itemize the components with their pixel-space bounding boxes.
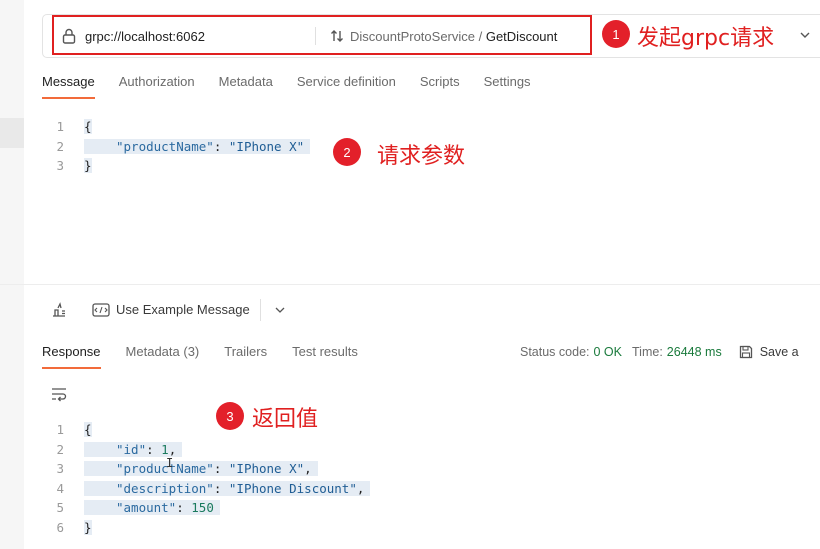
json-colon: :	[146, 441, 162, 457]
code-text: {	[84, 119, 92, 135]
annotation-box-request	[52, 15, 592, 55]
save-response-button[interactable]: Save a	[738, 344, 799, 360]
sidebar-selected-item[interactable]	[0, 118, 24, 148]
line-number: 3	[56, 158, 64, 174]
status-code-label: Status code:	[520, 345, 590, 359]
json-value: "IPhone X"	[228, 138, 305, 154]
response-body[interactable]: 1 { 2 "id": 1, 3 "productName": "IPhone …	[42, 420, 371, 538]
tab-metadata[interactable]: Metadata	[219, 74, 273, 99]
line-number: 4	[56, 480, 64, 496]
wrap-lines-icon[interactable]	[50, 386, 68, 402]
chevron-down-icon[interactable]	[273, 303, 287, 317]
annotation-text-2: 请求参数	[377, 144, 466, 169]
tab-service-definition[interactable]: Service definition	[297, 74, 396, 99]
code-line: 1 {	[42, 117, 310, 137]
tab-trailers[interactable]: Trailers	[224, 344, 267, 369]
code-line: 5 "amount": 150	[42, 498, 370, 518]
json-value: 1	[161, 441, 169, 457]
json-colon: :	[176, 500, 192, 516]
text-cursor-icon: I	[166, 456, 174, 470]
line-number: 2	[56, 138, 64, 154]
save-icon	[739, 345, 752, 359]
line-number: 1	[56, 119, 64, 135]
example-message-icon	[92, 302, 110, 317]
code-line: 1 {	[42, 420, 370, 440]
beautify-icon[interactable]	[50, 301, 68, 319]
line-number: 3	[56, 461, 64, 477]
response-tabs: Response Metadata (3) Trailers Test resu…	[42, 344, 383, 369]
code-line: 3 "productName": "IPhone X",	[42, 459, 370, 479]
annotation-text-1: 发起grpc请求	[637, 26, 775, 51]
message-editor[interactable]: 1 { 2 "productName": "IPhone X" 3 }	[42, 117, 311, 176]
code-text: "productName": "IPhone X",	[84, 461, 318, 477]
json-key: "description"	[116, 480, 214, 496]
code-line: 2 "productName": "IPhone X"	[42, 137, 311, 157]
line-number: 1	[56, 422, 64, 438]
divider	[259, 298, 261, 321]
code-text: "description": "IPhone Discount",	[84, 480, 371, 496]
json-key: "id"	[116, 441, 147, 457]
annotation-badge-2: 2	[333, 138, 361, 166]
code-line: 6 }	[42, 518, 370, 538]
request-tabs: Message Authorization Metadata Service d…	[42, 74, 555, 99]
tab-message[interactable]: Message	[42, 74, 95, 99]
json-colon: :	[213, 138, 229, 154]
tab-scripts[interactable]: Scripts	[420, 74, 460, 99]
message-toolbar: Use Example Message	[0, 284, 820, 334]
tab-test-results[interactable]: Test results	[292, 344, 358, 369]
json-colon: :	[213, 480, 229, 496]
time-label: Time:	[632, 345, 663, 359]
code-text: }	[84, 519, 92, 535]
json-colon: :	[213, 461, 229, 477]
json-key: "productName"	[116, 138, 214, 154]
code-line: 2 "id": 1,	[42, 440, 370, 460]
annotation-badge-1: 1	[602, 20, 630, 48]
sidebar-strip	[0, 0, 24, 549]
json-comma: ,	[304, 461, 312, 477]
use-example-message-label: Use Example Message	[116, 302, 250, 317]
code-text: "id": 1,	[84, 441, 183, 457]
save-response-label: Save a	[759, 345, 799, 359]
status-code-value: 0 OK	[593, 345, 623, 359]
json-value: 150	[191, 500, 214, 516]
code-text: {	[84, 422, 92, 438]
json-comma: ,	[168, 441, 177, 457]
code-text: }	[84, 158, 92, 174]
tab-authorization[interactable]: Authorization	[119, 74, 195, 99]
json-comma: ,	[356, 480, 365, 496]
line-number: 6	[56, 519, 64, 535]
code-line: 3 }	[42, 156, 310, 176]
use-example-message-button[interactable]: Use Example Message	[92, 302, 250, 317]
tab-response-metadata[interactable]: Metadata (3)	[126, 344, 200, 369]
tab-settings[interactable]: Settings	[484, 74, 531, 99]
code-text: "productName": "IPhone X"	[84, 138, 311, 154]
chevron-down-icon[interactable]	[797, 27, 813, 43]
response-status: Status code: 0 OK Time: 26448 ms Save a	[520, 344, 799, 360]
line-number: 2	[56, 441, 64, 457]
json-value: "IPhone X"	[228, 461, 305, 477]
tab-response[interactable]: Response	[42, 344, 101, 369]
time-value: 26448 ms	[666, 345, 722, 359]
json-key: "productName"	[116, 461, 214, 477]
json-key: "amount"	[116, 500, 177, 516]
code-line: 4 "description": "IPhone Discount",	[42, 479, 371, 499]
json-value: "IPhone Discount"	[228, 480, 357, 496]
code-text: "amount": 150	[84, 500, 220, 516]
line-number: 5	[56, 500, 64, 516]
